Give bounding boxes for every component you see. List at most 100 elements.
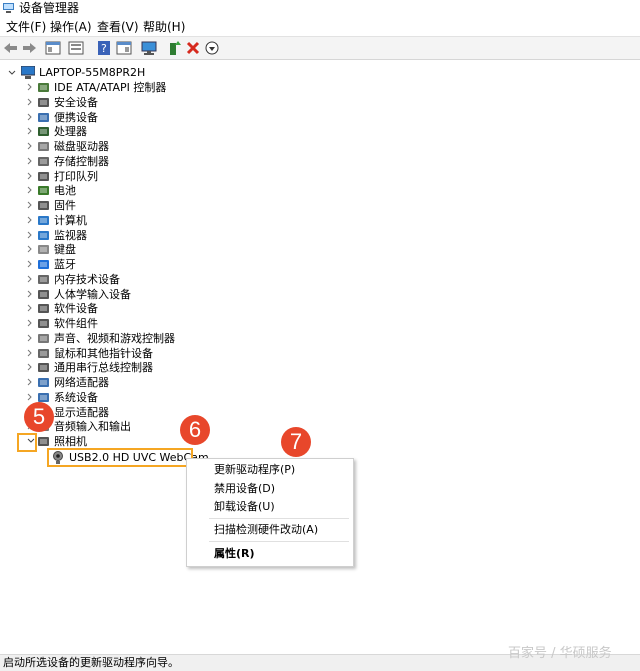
scan-hardware-menu-item[interactable]: 扫描检测硬件改动(A) [214, 523, 318, 537]
uninstall-x-icon[interactable] [185, 41, 201, 55]
tree-category[interactable]: 打印队列 [0, 169, 300, 184]
svg-text:?: ? [101, 42, 107, 55]
tree-category[interactable]: 键盘 [0, 242, 300, 257]
step-marker-5: 5 [24, 402, 54, 432]
properties-view-icon[interactable] [45, 41, 61, 55]
webcam-highlight [47, 448, 193, 467]
expand-chevron-highlight [17, 433, 37, 452]
tree-category-label: 处理器 [54, 125, 87, 139]
tree-category-label: 监视器 [54, 228, 87, 242]
tree-category[interactable]: 固件 [0, 198, 300, 213]
download-circle-icon[interactable] [204, 41, 220, 55]
tree-category[interactable]: 安全设备 [0, 95, 300, 110]
device-category-icon [38, 127, 49, 137]
device-category-icon [38, 112, 49, 122]
tree-category[interactable]: 软件设备 [0, 301, 300, 316]
tree-category[interactable]: 处理器 [0, 124, 300, 139]
tree-category[interactable]: 蓝牙 [0, 257, 300, 272]
tree-category[interactable]: 磁盘驱动器 [0, 139, 300, 154]
status-text: 启动所选设备的更新驱动程序向导。 [3, 656, 179, 669]
menu-bar: 文件(F) 操作(A) 查看(V) 帮助(H) [0, 18, 640, 36]
menu-help[interactable]: 帮助(H) [142, 19, 186, 35]
device-category-icon [38, 319, 49, 328]
tree-category-label: 磁盘驱动器 [54, 140, 109, 153]
device-category-icon [38, 97, 49, 107]
device-category-icon [38, 142, 49, 151]
tree-category-label: 电池 [54, 184, 76, 198]
tree-category[interactable]: 内存技术设备 [0, 272, 300, 287]
device-category-icon [38, 171, 49, 181]
tree-category[interactable]: 鼠标和其他指针设备 [0, 346, 300, 361]
menu-separator [209, 518, 349, 519]
detail-view-icon[interactable] [116, 41, 132, 55]
tree-category[interactable]: 监视器 [0, 228, 300, 243]
tree-category-label: 蓝牙 [54, 258, 76, 271]
window-title: 设备管理器 [19, 1, 80, 15]
chevron-down-icon[interactable] [8, 70, 16, 76]
add-driver-icon[interactable] [166, 41, 182, 55]
tree-category-label: 计算机 [54, 213, 87, 227]
tree-category[interactable]: 声音、视频和游戏控制器 [0, 331, 300, 346]
tree-category-label: 鼠标和其他指针设备 [54, 346, 153, 360]
menu-separator [209, 541, 349, 542]
device-category-icon [38, 378, 49, 387]
device-category-icon [38, 363, 49, 373]
forward-arrow-icon[interactable] [21, 41, 37, 55]
update-driver-menu-item[interactable]: 更新驱动程序(P) [214, 463, 295, 477]
menu-action[interactable]: 操作(A) [49, 19, 93, 35]
tree-category-label: 便携设备 [54, 110, 98, 124]
tree-category[interactable]: 软件组件 [0, 316, 300, 331]
tree-category[interactable]: 网络适配器 [0, 375, 300, 390]
tree-category-label: IDE ATA/ATAPI 控制器 [54, 81, 167, 94]
properties-menu-item[interactable]: 属性(R) [214, 547, 255, 561]
tree-category[interactable]: 照相机 [0, 434, 300, 449]
tree-category-label: 通用串行总线控制器 [54, 361, 153, 375]
monitor-scan-icon[interactable] [141, 41, 157, 55]
computer-icon [21, 66, 35, 79]
device-category-icon [38, 83, 49, 92]
tree-category[interactable]: IDE ATA/ATAPI 控制器 [0, 80, 300, 95]
tree-category-label: 安全设备 [54, 95, 98, 109]
tree-category[interactable]: 电池 [0, 183, 300, 198]
tree-category[interactable]: 人体学输入设备 [0, 287, 300, 302]
toolbar: ? [0, 36, 640, 60]
tree-category-label: 音频输入和输出 [54, 420, 131, 434]
device-category-icon [38, 333, 49, 343]
title-bar: 设备管理器 [0, 0, 640, 17]
step-marker-6: 6 [180, 415, 210, 445]
tree-category-label: 照相机 [54, 435, 87, 448]
tree-category[interactable]: 通用串行总线控制器 [0, 360, 300, 375]
device-category-icon [38, 260, 49, 269]
computer-name: LAPTOP-55M8PR2H [39, 66, 146, 79]
device-category-icon [38, 437, 49, 446]
tree-category-label: 打印队列 [54, 169, 98, 183]
menu-file[interactable]: 文件(F) [5, 19, 47, 35]
uninstall-device-menu-item[interactable]: 卸载设备(U) [214, 500, 275, 514]
tree-category-label: 人体学输入设备 [54, 287, 131, 301]
tree-category-label: 显示适配器 [54, 405, 109, 419]
device-category-icon [38, 274, 49, 284]
device-category-icon [38, 186, 49, 196]
tree-category-label: 软件组件 [54, 317, 98, 330]
tree-category-label: 键盘 [54, 243, 76, 257]
device-category-icon [38, 348, 49, 358]
tree-category-label: 软件设备 [54, 302, 98, 316]
tree-category[interactable]: 便携设备 [0, 110, 300, 125]
menu-view[interactable]: 查看(V) [96, 19, 140, 35]
tree-category-label: 内存技术设备 [54, 272, 120, 286]
tree-root[interactable]: LAPTOP-55M8PR2H [0, 65, 300, 80]
tree-category-label: 固件 [54, 199, 76, 212]
device-manager-icon [3, 3, 14, 13]
step-marker-7: 7 [281, 427, 311, 457]
disable-device-menu-item[interactable]: 禁用设备(D) [214, 482, 275, 496]
tree-category-label: 网络适配器 [54, 376, 109, 389]
device-category-icon [38, 304, 49, 314]
tree-category-label: 声音、视频和游戏控制器 [54, 331, 175, 345]
tree-category-label: 存储控制器 [54, 154, 109, 168]
tree-category[interactable]: 存储控制器 [0, 154, 300, 169]
back-arrow-icon[interactable] [3, 41, 19, 55]
help-icon[interactable]: ? [96, 41, 112, 55]
device-category-icon [38, 289, 49, 299]
tree-category[interactable]: 计算机 [0, 213, 300, 228]
list-view-icon[interactable] [68, 41, 84, 55]
